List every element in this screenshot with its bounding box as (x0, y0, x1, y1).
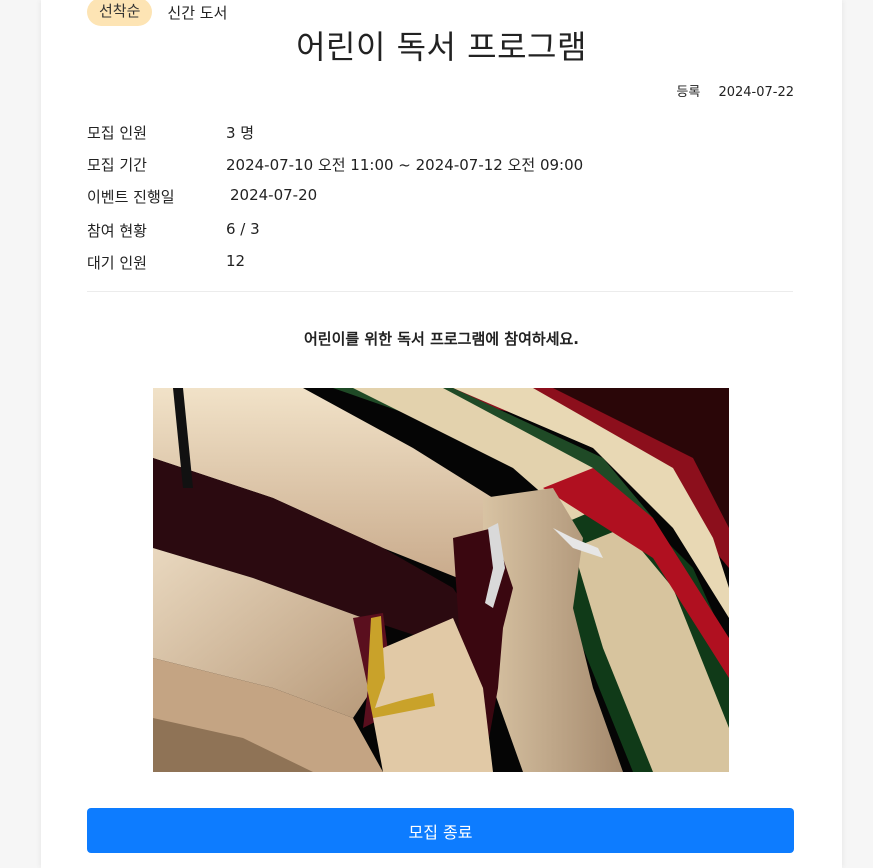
info-value: 2024-07-20 (230, 186, 318, 204)
info-row-event-date: 이벤트 진행일 2024-07-20 (87, 186, 793, 220)
registration-date: 2024-07-22 (718, 85, 794, 100)
books-illustration (153, 388, 729, 772)
info-value: 2024-07-10 오전 11:00 ~ 2024-07-12 오전 09:0… (226, 156, 584, 174)
info-label: 모집 기간 (87, 156, 147, 174)
info-value: 12 (226, 252, 246, 270)
info-label: 이벤트 진행일 (87, 188, 175, 206)
info-label: 대기 인원 (87, 254, 147, 272)
info-row-participation: 참여 현황 6 / 3 (87, 220, 793, 252)
info-label: 참여 현황 (87, 222, 147, 240)
section-divider (87, 291, 793, 292)
info-row-waitlist: 대기 인원 12 (87, 252, 793, 280)
category-label: 신간 도서 (167, 3, 228, 22)
event-description: 어린이를 위한 독서 프로그램에 참여하세요. (304, 330, 579, 348)
info-row-capacity: 모집 인원 3 명 (87, 122, 793, 154)
info-value: 3 명 (226, 124, 255, 142)
event-image (153, 388, 729, 772)
event-info-list: 모집 인원 3 명 모집 기간 2024-07-10 오전 11:00 ~ 20… (87, 122, 793, 280)
event-detail-card: 선착순 신간 도서 어린이 독서 프로그램 등록 2024-07-22 모집 인… (41, 0, 842, 868)
info-label: 모집 인원 (87, 124, 147, 142)
info-row-recruit-period: 모집 기간 2024-07-10 오전 11:00 ~ 2024-07-12 오… (87, 154, 793, 186)
registration-label: 등록 (676, 85, 701, 100)
info-value: 6 / 3 (226, 220, 260, 238)
recruitment-closed-button[interactable]: 모집 종료 (87, 808, 794, 853)
registration-info: 등록 2024-07-22 (676, 81, 794, 100)
page-title: 어린이 독서 프로그램 (296, 28, 587, 66)
